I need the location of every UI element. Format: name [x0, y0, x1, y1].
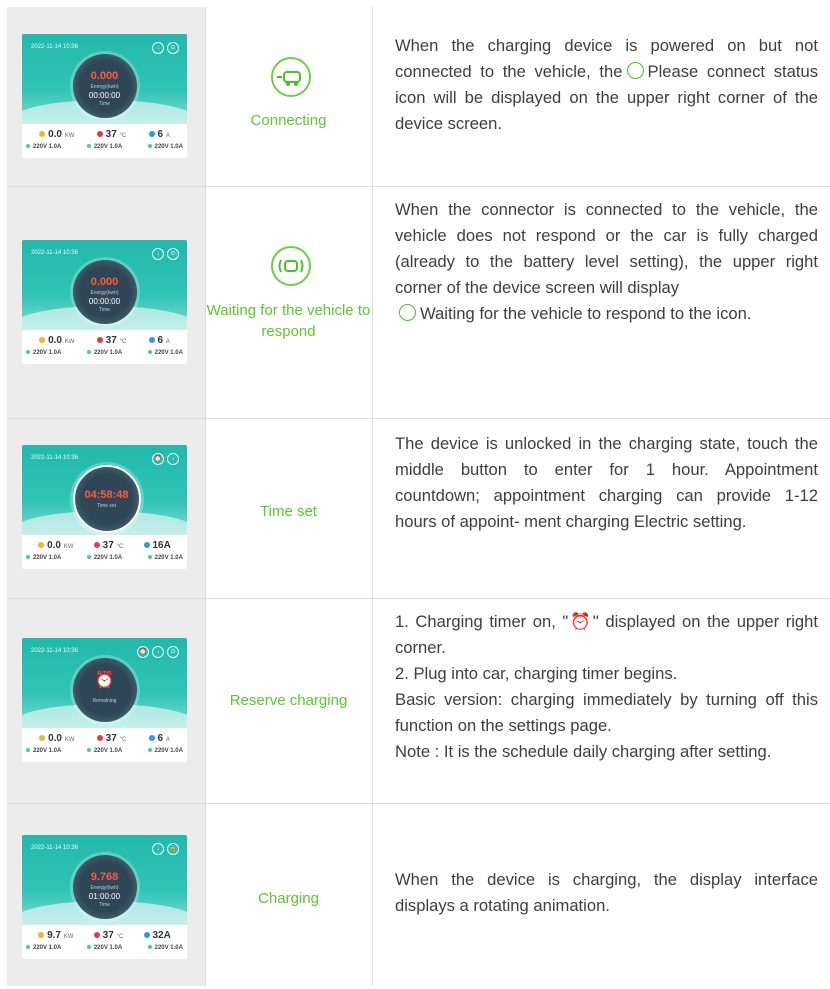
screen-timestamp: 2022-11-14 10:36 — [31, 455, 78, 461]
screen-dial: 04:58:48 Time set — [72, 465, 141, 533]
status-description: 1. Charging timer on, "⏰" displayed on t… — [395, 612, 818, 761]
screen-energy-label: Energy(kwh) — [90, 290, 119, 296]
device-screen-thumbnail: 2022-11-14 10:36 ↓ ⊙ 0.000 Energy(kwh) 00… — [22, 240, 187, 364]
status-cell: Reserve charging — [205, 598, 372, 803]
screen-status-icons: ⏰ ↓ — [152, 453, 179, 465]
column-divider — [205, 7, 206, 986]
description-cell: 1. Charging timer on, "⏰" displayed on t… — [372, 598, 830, 803]
screen-stats-bar: 0.0 KW 37 °C 6 A 220V 1.0A 220V 1.0A 220V 1.… — [22, 124, 187, 158]
screen-timer-label: Time set — [97, 503, 116, 509]
status-label: Charging — [258, 890, 319, 907]
screen-time-value: 00:00:00 — [88, 297, 121, 306]
screen-cell: 2022-11-14 10:36 ↓ 🔒 9.768 Energy(kwh) 01… — [7, 803, 205, 986]
status-label: Reserve charging — [229, 692, 348, 709]
device-screen-thumbnail: 2022-11-14 10:36 ⏰ ↓ 04:58:48 Time set 0.… — [22, 445, 187, 569]
screen-cell: 2022-11-14 10:36 ⏰ ↓ ⊙ ⏰ Remaining 0.0 KW 3… — [7, 598, 205, 803]
screen-energy-value: 0.000 — [90, 276, 119, 288]
screen-stats-bar: 0.0 KW 37 °C 6 A 220V 1.0A 220V 1.0A 220V 1.… — [22, 330, 187, 364]
screen-status-icons: ⏰ ↓ ⊙ — [137, 646, 179, 658]
screen-timestamp: 2022-11-14 10:36 — [31, 44, 78, 50]
screen-time-value: 01:00:00 — [88, 892, 121, 901]
table-row: 2022-11-14 10:36 ↓ ⊙ 0.000 Energy(kwh) 00… — [7, 7, 830, 186]
status-description: When the connector is connected to the v… — [395, 200, 818, 323]
row-divider — [7, 598, 830, 599]
screen-energy-label: Energy(kwh) — [90, 885, 119, 891]
screen-energy-value: 0.000 — [90, 70, 119, 82]
description-cell: The device is unlocked in the charging s… — [372, 418, 830, 598]
screen-time-value: 00:00:00 — [88, 91, 121, 100]
table-row: 2022-11-14 10:36 ⏰ ↓ 04:58:48 Time set 0.… — [7, 418, 830, 598]
device-screen-thumbnail: 2022-11-14 10:36 ↓ 🔒 9.768 Energy(kwh) 01… — [22, 835, 187, 959]
description-cell: When the connector is connected to the v… — [372, 186, 830, 418]
screen-time-label: Time — [99, 101, 110, 107]
row-divider — [7, 186, 830, 187]
screen-stats-bar: 0.0 KW 37 °C 6 A 220V 1.0A 220V 1.0A 220V 1.… — [22, 728, 187, 762]
screen-timestamp: 2022-11-14 10:36 — [31, 845, 78, 851]
screen-timestamp: 2022-11-14 10:36 — [31, 250, 78, 256]
screen-energy-value: 9.768 — [90, 871, 119, 883]
column-divider — [372, 7, 373, 986]
screen-cell: 2022-11-14 10:36 ↓ ⊙ 0.000 Energy(kwh) 00… — [7, 7, 205, 186]
screen-cell: 2022-11-14 10:36 ⏰ ↓ 04:58:48 Time set 0.… — [7, 418, 205, 598]
device-screen-thumbnail: 2022-11-14 10:36 ⏰ ↓ ⊙ ⏰ Remaining 0.0 KW 3… — [22, 638, 187, 762]
row-divider — [7, 418, 830, 419]
screen-stats-bar: 0.0 KW 37 °C 16A 220V 1.0A 220V 1.0A 220V 1.… — [22, 535, 187, 569]
status-cell: Charging — [205, 803, 372, 986]
screen-status-icons: ↓ ⊙ — [152, 248, 179, 260]
status-label: Time set — [260, 503, 317, 520]
screen-timer-value: 04:58:48 — [84, 489, 129, 501]
row-divider — [7, 803, 830, 804]
table-row: 2022-11-14 10:36 ↓ 🔒 9.768 Energy(kwh) 01… — [7, 803, 830, 986]
status-description: When the device is charging, the display… — [395, 870, 818, 915]
screen-dial: 0.000 Energy(kwh) 00:00:00 Time — [72, 260, 137, 324]
screen-time-label: Time — [99, 902, 110, 908]
device-screen-thumbnail: 2022-11-14 10:36 ↓ ⊙ 0.000 Energy(kwh) 00… — [22, 34, 187, 158]
status-description: The device is unlocked in the charging s… — [395, 434, 818, 531]
screen-status-icons: ↓ ⊙ — [152, 42, 179, 54]
status-label: Waiting for the vehicle to respond — [206, 302, 371, 340]
screen-cell: 2022-11-14 10:36 ↓ ⊙ 0.000 Energy(kwh) 00… — [7, 186, 205, 418]
screen-timestamp: 2022-11-14 10:36 — [31, 648, 78, 654]
description-cell: When the device is charging, the display… — [372, 803, 830, 986]
screen-stats-bar: 9.7 KW 37 °C 32A 220V 1.0A 220V 1.0A 220V 1.… — [22, 925, 187, 959]
waiting-car-icon — [270, 246, 311, 286]
table-row: 2022-11-14 10:36 ↓ ⊙ 0.000 Energy(kwh) 00… — [7, 186, 830, 418]
status-cell: Time set — [205, 418, 372, 598]
plug-car-icon — [270, 57, 311, 97]
status-cell: Waiting for the vehicle to respond — [205, 186, 372, 418]
screen-energy-label: Energy(kwh) — [90, 84, 119, 90]
description-cell: When the charging device is powered on b… — [372, 7, 830, 186]
status-description: When the charging device is powered on b… — [395, 36, 818, 133]
screen-time-label: Time — [99, 307, 110, 313]
status-label: Connecting — [250, 112, 327, 129]
alarm-clock-icon: ⏰ — [568, 612, 593, 631]
screen-remaining-label: Remaining — [92, 698, 117, 704]
plug-car-icon — [626, 62, 644, 79]
waiting-car-icon — [399, 304, 416, 321]
table-row: 2022-11-14 10:36 ⏰ ↓ ⊙ ⏰ Remaining 0.0 KW 3… — [7, 598, 830, 803]
alarm-clock-icon: ⏰ — [94, 672, 115, 689]
status-cell: Connecting — [205, 7, 372, 186]
screen-dial: 9.768 Energy(kwh) 01:00:00 Time — [72, 855, 137, 919]
screen-dial: 0.000 Energy(kwh) 00:00:00 Time — [72, 54, 137, 118]
screen-status-icons: ↓ 🔒 — [152, 843, 179, 855]
screen-dial: ⏰ Remaining — [72, 658, 137, 722]
